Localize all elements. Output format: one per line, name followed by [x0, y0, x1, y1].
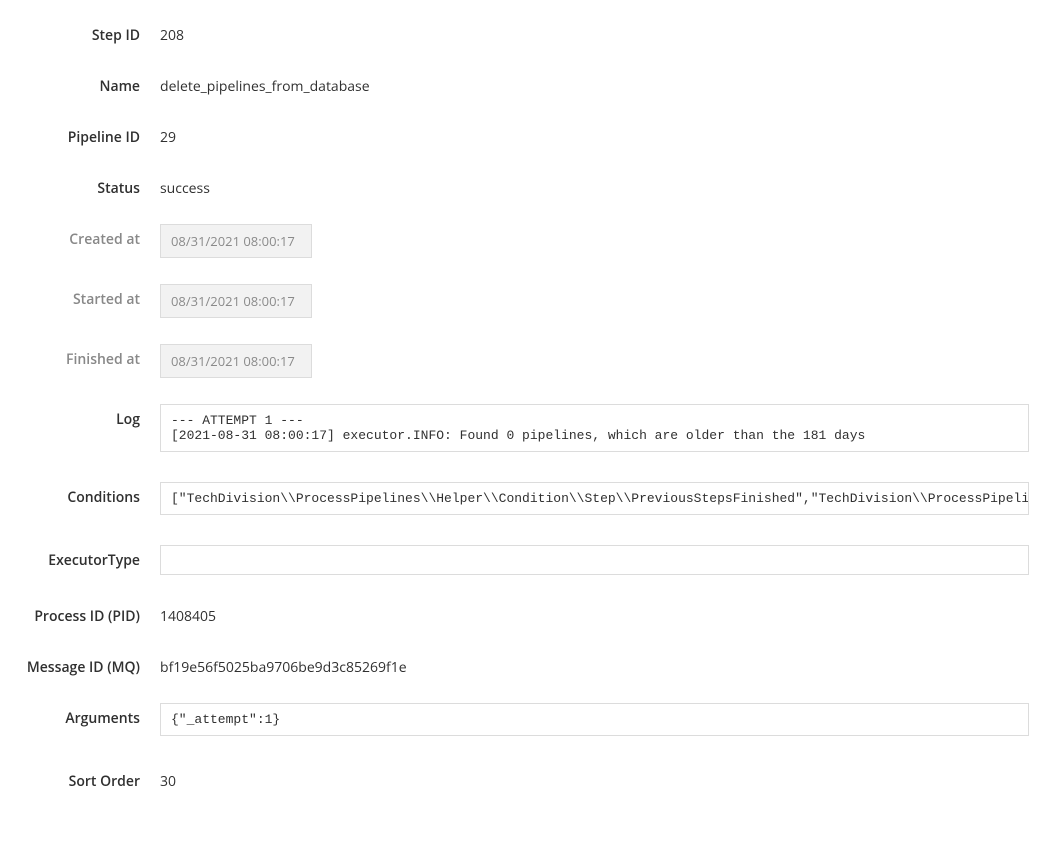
label-step-id: Step ID	[0, 20, 160, 45]
label-log: Log	[0, 404, 160, 429]
label-status: Status	[0, 173, 160, 198]
label-arguments: Arguments	[0, 703, 160, 728]
value-name: delete_pipelines_from_database	[160, 71, 1053, 96]
label-message-id: Message ID (MQ)	[0, 652, 160, 677]
label-created-at: Created at	[0, 224, 160, 249]
row-step-id: Step ID 208	[0, 20, 1053, 45]
row-created-at: Created at	[0, 224, 1053, 258]
row-executor-type: ExecutorType	[0, 545, 1053, 575]
row-arguments: Arguments {"_attempt":1}	[0, 703, 1053, 736]
label-sort-order: Sort Order	[0, 766, 160, 791]
conditions-box[interactable]: ["TechDivision\\ProcessPipelines\\Helper…	[160, 482, 1029, 515]
label-started-at: Started at	[0, 284, 160, 309]
row-status: Status success	[0, 173, 1053, 198]
row-sort-order: Sort Order 30	[0, 766, 1053, 791]
input-finished-at[interactable]	[160, 344, 312, 378]
value-step-id: 208	[160, 20, 1053, 45]
row-process-id: Process ID (PID) 1408405	[0, 601, 1053, 626]
value-pipeline-id: 29	[160, 122, 1053, 147]
label-finished-at: Finished at	[0, 344, 160, 369]
row-pipeline-id: Pipeline ID 29	[0, 122, 1053, 147]
row-started-at: Started at	[0, 284, 1053, 318]
label-name: Name	[0, 71, 160, 96]
row-message-id: Message ID (MQ) bf19e56f5025ba9706be9d3c…	[0, 652, 1053, 677]
step-detail-panel: Step ID 208 Name delete_pipelines_from_d…	[0, 0, 1053, 857]
row-log: Log --- ATTEMPT 1 --- [2021-08-31 08:00:…	[0, 404, 1053, 452]
input-created-at[interactable]	[160, 224, 312, 258]
label-executor-type: ExecutorType	[0, 545, 160, 570]
executor-type-box[interactable]	[160, 545, 1029, 575]
row-name: Name delete_pipelines_from_database	[0, 71, 1053, 96]
value-status: success	[160, 173, 1053, 198]
arguments-box[interactable]: {"_attempt":1}	[160, 703, 1029, 736]
row-conditions: Conditions ["TechDivision\\ProcessPipeli…	[0, 482, 1053, 515]
input-started-at[interactable]	[160, 284, 312, 318]
label-pipeline-id: Pipeline ID	[0, 122, 160, 147]
label-process-id: Process ID (PID)	[0, 601, 160, 626]
value-message-id: bf19e56f5025ba9706be9d3c85269f1e	[160, 652, 1053, 677]
row-finished-at: Finished at	[0, 344, 1053, 378]
value-sort-order: 30	[160, 766, 1053, 791]
value-process-id: 1408405	[160, 601, 1053, 626]
log-box[interactable]: --- ATTEMPT 1 --- [2021-08-31 08:00:17] …	[160, 404, 1029, 452]
label-conditions: Conditions	[0, 482, 160, 507]
